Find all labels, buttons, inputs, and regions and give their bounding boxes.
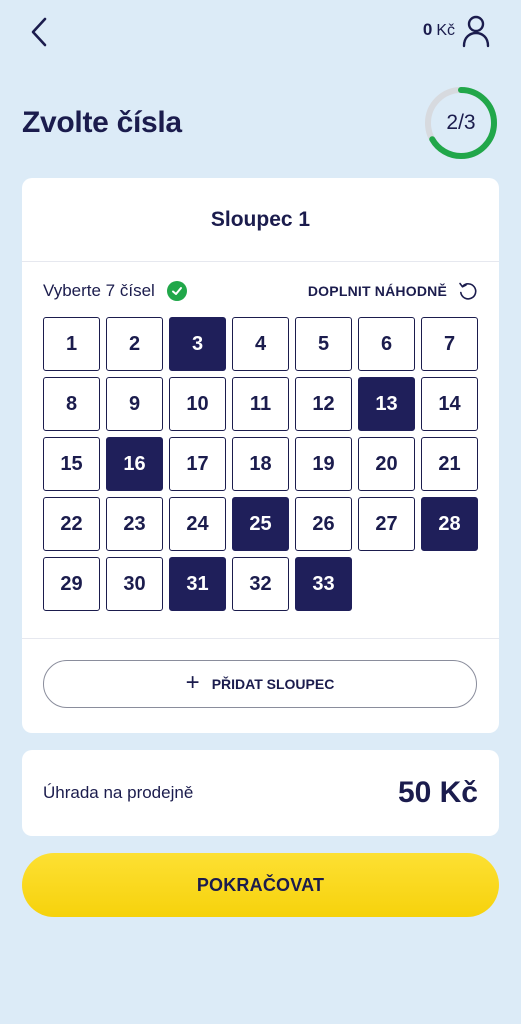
user-icon [462,15,490,48]
number-cell[interactable]: 28 [421,497,478,551]
step-indicator: 2/3 [446,111,476,134]
number-cell[interactable]: 7 [421,317,478,371]
number-cell[interactable]: 8 [43,377,100,431]
add-column-label: PŘIDAT SLOUPEC [211,676,335,692]
refresh-icon [459,282,477,300]
page-title: Zvolte čísla [22,106,182,139]
number-selection-card: Sloupec 1 Vyberte 7 čísel DOPLNIT NÁHODN… [22,178,499,733]
number-grid: 1 2 3 4 5 6 7 8 9 10 11 12 13 14 15 16 17 18 19 20 21 22 23 24 2… [43,317,479,611]
continue-button[interactable]: POKRAČOVAT [22,853,499,917]
top-bar: 0 Kč [0,0,521,64]
number-cell[interactable]: 15 [43,437,100,491]
number-cell[interactable]: 22 [43,497,100,551]
number-cell[interactable]: 25 [232,497,289,551]
number-cell[interactable]: 24 [169,497,226,551]
number-cell[interactable]: 33 [295,557,352,611]
user-button[interactable] [461,14,491,48]
number-cell[interactable]: 32 [232,557,289,611]
column-header: Sloupec 1 [22,178,499,262]
add-column-button[interactable]: + PŘIDAT SLOUPEC [43,660,477,708]
number-cell[interactable]: 4 [232,317,289,371]
number-cell[interactable]: 27 [358,497,415,551]
column-title: Sloupec 1 [210,207,311,231]
balance-currency: Kč [436,22,455,39]
number-cell[interactable]: 30 [106,557,163,611]
check-circle-icon [166,281,187,301]
number-cell[interactable]: 14 [421,377,478,431]
payment-label: Úhrada na prodejně [43,783,194,802]
divider [22,638,499,639]
instruction-row: Vyberte 7 čísel DOPLNIT NÁHODNĚ [43,278,479,304]
number-cell[interactable]: 26 [295,497,352,551]
back-button[interactable] [22,12,56,52]
number-cell[interactable]: 3 [169,317,226,371]
number-cell[interactable]: 23 [106,497,163,551]
number-cell[interactable]: 20 [358,437,415,491]
random-fill-button[interactable]: DOPLNIT NÁHODNĚ [308,280,479,302]
number-cell[interactable]: 5 [295,317,352,371]
number-cell[interactable]: 6 [358,317,415,371]
number-cell[interactable]: 17 [169,437,226,491]
back-arrow-icon [31,17,47,47]
number-cell[interactable]: 9 [106,377,163,431]
random-fill-label: DOPLNIT NÁHODNĚ [307,283,447,299]
number-cell[interactable]: 31 [169,557,226,611]
number-cell[interactable]: 12 [295,377,352,431]
number-cell[interactable]: 18 [232,437,289,491]
number-cell[interactable]: 13 [358,377,415,431]
balance: 0 Kč [423,20,455,40]
number-cell[interactable]: 21 [421,437,478,491]
number-cell[interactable]: 10 [169,377,226,431]
number-cell[interactable]: 1 [43,317,100,371]
number-cell[interactable]: 16 [106,437,163,491]
number-cell[interactable]: 29 [43,557,100,611]
instruction-text: Vyberte 7 čísel [43,281,155,300]
balance-amount: 0 [422,20,433,39]
payment-amount: 50 Kč [397,776,478,809]
number-cell[interactable]: 19 [295,437,352,491]
payment-card: Úhrada na prodejně 50 Kč [22,750,499,836]
plus-icon: + [185,669,200,696]
number-cell[interactable]: 2 [106,317,163,371]
number-cell[interactable]: 11 [232,377,289,431]
